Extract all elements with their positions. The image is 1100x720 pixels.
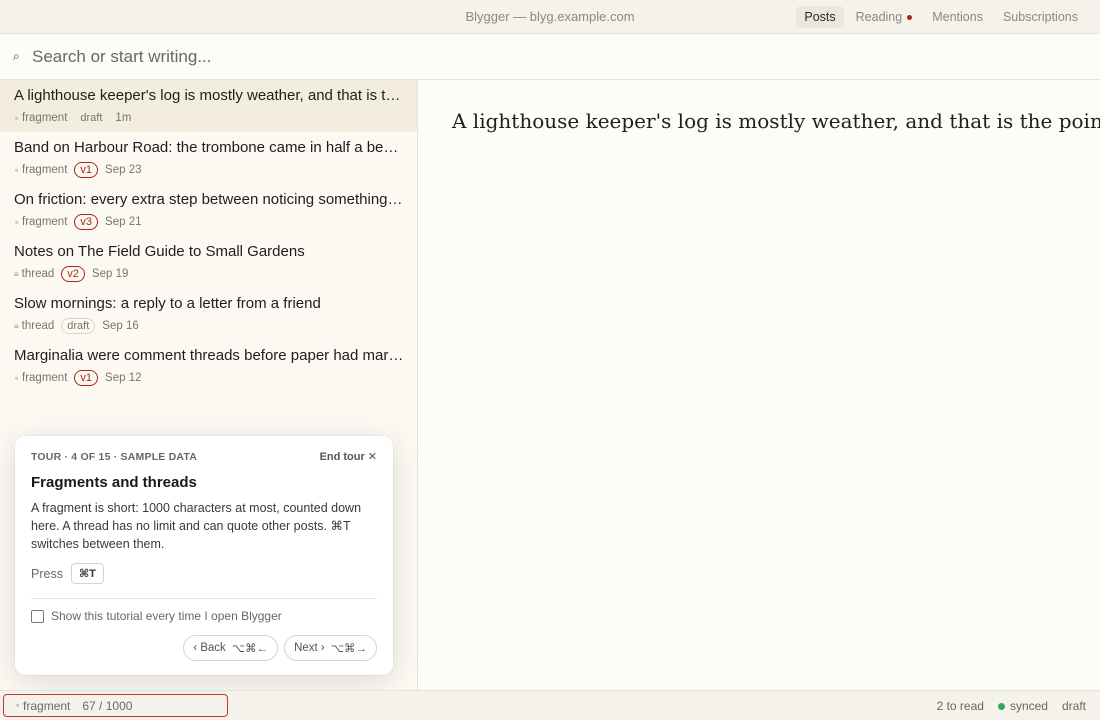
tab-mentions[interactable]: Mentions xyxy=(924,6,991,28)
tour-buttons: ‹ Back ⌥⌘← Next › ⌥⌘→ xyxy=(183,635,377,661)
close-icon: ✕ xyxy=(367,451,377,463)
show-tutorial-label: Show this tutorial every time I open Bly… xyxy=(51,609,282,623)
end-tour-button[interactable]: End tour ✕ xyxy=(319,450,377,464)
status-kind: ∘ fragment xyxy=(15,699,70,713)
list-item[interactable]: Marginalia were comment threads before p… xyxy=(0,340,417,392)
version-badge: v1 xyxy=(74,370,99,386)
back-label: ‹ Back xyxy=(193,642,226,654)
post-date: Sep 19 xyxy=(91,268,129,280)
list-item[interactable]: On friction: every extra step between no… xyxy=(0,184,417,236)
tab-reading[interactable]: Reading xyxy=(848,6,921,28)
version-badge: v3 xyxy=(74,214,99,230)
post-kind-label: thread xyxy=(21,268,55,280)
post-kind: ∘ fragment xyxy=(14,112,67,124)
post-date: Sep 21 xyxy=(105,216,142,228)
post-kind: ∘ fragment xyxy=(14,164,67,176)
editor-text[interactable]: A lighthouse keeper's log is mostly weat… xyxy=(452,109,1100,133)
next-shortcut: ⌥⌘→ xyxy=(330,643,367,655)
search-input[interactable] xyxy=(32,44,1082,70)
tour-body: A fragment is short: 1000 characters at … xyxy=(31,501,362,551)
list-item[interactable]: Band on Harbour Road: the trombone came … xyxy=(0,132,417,184)
top-nav: Posts Reading Mentions Subscriptions xyxy=(796,6,1086,28)
sync-status: synced xyxy=(997,699,1048,713)
post-title: A lighthouse keeper's log is mostly weat… xyxy=(14,87,404,104)
editor[interactable]: A lighthouse keeper's log is mostly weat… xyxy=(419,80,1100,690)
fragment-icon: ∘ xyxy=(14,113,20,123)
tour-popover: TOUR · 4 OF 15 · SAMPLE DATA End tour ✕ … xyxy=(15,436,393,675)
tour-title: Fragments and threads xyxy=(31,474,197,491)
post-kind-label: fragment xyxy=(22,112,68,124)
show-tutorial-checkbox[interactable] xyxy=(31,609,44,623)
tab-posts[interactable]: Posts xyxy=(796,6,844,28)
character-counter[interactable]: ∘ fragment 67 / 1000 xyxy=(3,694,228,717)
post-kind-label: fragment xyxy=(22,372,68,384)
post-kind: ∘ fragment xyxy=(14,372,67,384)
unread-dot-icon xyxy=(907,14,913,20)
post-date: Sep 12 xyxy=(105,372,142,384)
post-kind: ∘ fragment xyxy=(14,216,67,228)
post-title: On friction: every extra step between no… xyxy=(14,191,404,208)
post-kind-label: fragment xyxy=(22,164,68,176)
post-state: draft xyxy=(1061,699,1086,713)
version-badge: v1 xyxy=(74,162,99,178)
status-bar: ∘ fragment 67 / 1000 2 to read synced dra… xyxy=(0,690,1100,720)
post-title: Slow mornings: a reply to a letter from … xyxy=(14,295,321,312)
list-item[interactable]: Notes on The Field Guide to Small Garden… xyxy=(0,236,417,288)
search-icon: ⌕ xyxy=(13,49,20,63)
fragment-icon: ∘ xyxy=(15,701,21,710)
thread-icon: ≡ xyxy=(14,269,19,279)
post-kind: ≡ thread xyxy=(14,320,54,332)
back-shortcut: ⌥⌘← xyxy=(231,643,269,655)
status-right: 2 to read synced draft xyxy=(937,699,1086,713)
tab-subscriptions[interactable]: Subscriptions xyxy=(995,6,1086,28)
synced-dot-icon xyxy=(997,702,1005,710)
post-meta: ≡ thread v2 Sep 19 xyxy=(14,266,403,282)
status-badge: draft xyxy=(80,112,103,124)
version-badge: v2 xyxy=(61,266,85,282)
post-meta: ∘ fragment v1 Sep 23 xyxy=(14,162,403,178)
next-label: Next › xyxy=(294,642,325,654)
divider xyxy=(31,598,377,599)
sync-label: synced xyxy=(1009,699,1048,713)
thread-icon: ≡ xyxy=(14,321,19,331)
shortcut-key: ⌘T xyxy=(70,563,104,584)
list-item[interactable]: A lighthouse keeper's log is mostly weat… xyxy=(0,80,417,132)
status-badge: draft xyxy=(61,318,96,334)
fragment-icon: ∘ xyxy=(14,217,20,227)
show-tutorial-option: Show this tutorial every time I open Bly… xyxy=(31,609,282,623)
post-date: 1m xyxy=(115,112,132,124)
search-bar: ⌕ xyxy=(0,34,1100,80)
end-tour-label: End tour xyxy=(319,450,365,463)
post-date: Sep 16 xyxy=(102,320,139,332)
fragment-icon: ∘ xyxy=(14,165,20,175)
list-item[interactable]: Slow mornings: a reply to a letter from … xyxy=(0,288,417,340)
tab-subscriptions-label: Subscriptions xyxy=(1002,10,1078,24)
post-title: Marginalia were comment threads before p… xyxy=(14,347,404,364)
char-count: 67 / 1000 xyxy=(82,698,133,713)
title-bar: Blygger — blyg.example.com Posts Reading… xyxy=(0,0,1100,34)
fragment-icon: ∘ xyxy=(14,373,20,383)
post-kind-label: thread xyxy=(21,320,55,332)
post-title: Notes on The Field Guide to Small Garden… xyxy=(14,243,305,260)
press-label: Press xyxy=(31,566,63,581)
post-kind: ≡ thread xyxy=(14,268,54,280)
press-row: Press ⌘T xyxy=(31,563,104,584)
back-button[interactable]: ‹ Back ⌥⌘← xyxy=(183,635,279,661)
next-button[interactable]: Next › ⌥⌘→ xyxy=(284,635,377,661)
post-kind-label: fragment xyxy=(22,216,68,228)
to-read-count[interactable]: 2 to read xyxy=(937,699,984,713)
tab-mentions-label: Mentions xyxy=(932,10,983,24)
post-date: Sep 23 xyxy=(105,164,142,176)
post-title: Band on Harbour Road: the trombone came … xyxy=(14,139,404,156)
post-meta: ∘ fragment draft 1m xyxy=(14,110,403,126)
tab-reading-label: Reading xyxy=(855,10,903,24)
tab-posts-label: Posts xyxy=(804,10,836,24)
post-meta: ∘ fragment v1 Sep 12 xyxy=(14,370,403,386)
post-meta: ≡ thread draft Sep 16 xyxy=(14,318,403,334)
status-kind-label: fragment xyxy=(23,698,71,713)
tour-step-label: TOUR · 4 OF 15 · SAMPLE DATA xyxy=(31,451,198,463)
post-meta: ∘ fragment v3 Sep 21 xyxy=(14,214,403,230)
